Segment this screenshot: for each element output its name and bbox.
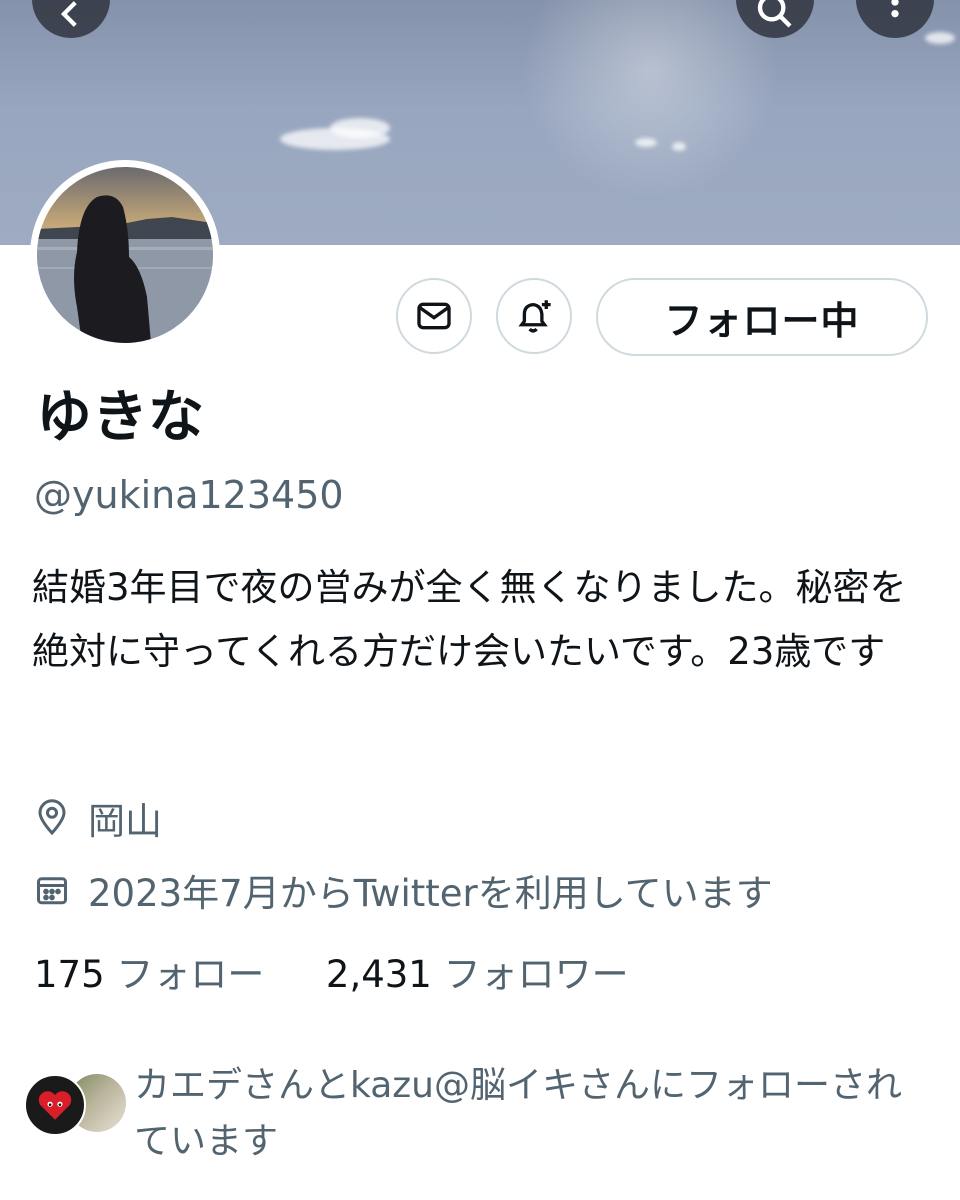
following-count: 175 <box>34 953 105 996</box>
following-button-label: フォロー中 <box>664 298 860 343</box>
sun-glow <box>520 0 780 200</box>
profile-avatar[interactable] <box>30 160 220 350</box>
calendar-icon <box>37 877 67 905</box>
follow-stats: 175 フォロー 2,431 フォロワー <box>34 950 629 1000</box>
profile-bio: 結婚3年目で夜の営みが全く無くなりました。秘密を絶対に守ってくれる方だけ会いたい… <box>32 566 907 673</box>
chevron-left-icon <box>60 1 77 27</box>
location-row: 岡山 <box>34 790 162 846</box>
followed-by-avatars[interactable] <box>24 1074 126 1138</box>
banner-cloud <box>925 32 955 44</box>
followers-label: フォロワー <box>443 953 629 996</box>
banner-cloud <box>330 118 390 138</box>
followed-by-text[interactable]: カエデさんとkazu@脳イキさんにフォローされています <box>134 1058 934 1170</box>
heart-eyes-icon <box>38 1091 72 1120</box>
display-name: ゆきな <box>36 385 204 450</box>
banner-cloud <box>635 138 657 147</box>
notification-button[interactable] <box>496 278 572 354</box>
followers-link[interactable]: 2,431 フォロワー <box>326 953 629 996</box>
user-handle: @yukina123450 <box>34 473 344 517</box>
followers-count: 2,431 <box>325 953 432 996</box>
following-link[interactable]: 175 フォロー <box>34 953 276 996</box>
location-text: 岡山 <box>88 800 162 843</box>
joined-row: 2023年7月からTwitterを利用しています <box>34 862 773 918</box>
mail-icon <box>417 302 451 330</box>
following-button[interactable]: フォロー中 <box>596 278 928 356</box>
bell-plus-icon <box>518 300 551 333</box>
more-vertical-icon <box>891 0 899 18</box>
follower-avatar <box>24 1074 86 1136</box>
avatar-photo <box>37 167 213 343</box>
message-button[interactable] <box>396 278 472 354</box>
search-icon <box>757 0 792 28</box>
location-pin-icon <box>38 799 66 836</box>
avatar-image <box>37 195 213 343</box>
following-label: フォロー <box>116 953 265 996</box>
banner-cloud <box>672 142 686 151</box>
joined-text: 2023年7月からTwitterを利用しています <box>88 872 773 915</box>
